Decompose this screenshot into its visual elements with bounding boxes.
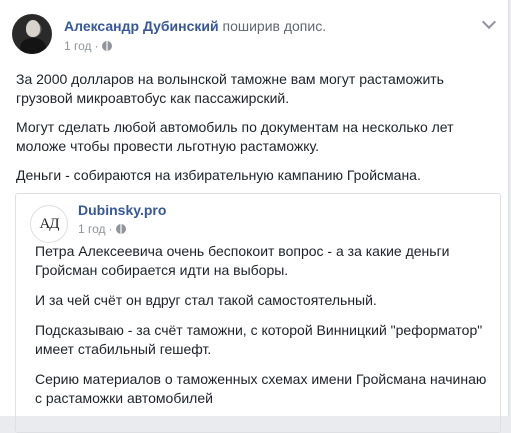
shared-paragraph: Подсказываю - за счёт таможни, с которой… (35, 322, 483, 357)
globe-icon[interactable] (101, 41, 112, 51)
globe-icon[interactable] (115, 224, 126, 234)
post-meta: 1 год · (64, 39, 112, 53)
shared-action-text: поширив допис. (218, 18, 327, 34)
author-name-link[interactable]: Александр Дубинский (64, 18, 219, 34)
post-timestamp[interactable]: 1 год (64, 39, 92, 53)
chevron-down-icon[interactable] (481, 14, 497, 30)
post-body: За 2000 долларов на волынской таможне ва… (16, 70, 496, 195)
shared-post-meta: 1 год · (78, 222, 126, 236)
page-name-link[interactable]: Dubinsky.pro (78, 202, 166, 218)
shared-paragraph: Серию материалов о таможенных схемах име… (35, 371, 487, 406)
post-paragraph: За 2000 долларов на волынской таможне ва… (16, 71, 444, 106)
post-paragraph: Деньги - собираются на избирательную кам… (16, 167, 421, 183)
page-avatar[interactable]: АД (30, 205, 68, 243)
meta-separator: · (94, 39, 99, 53)
author-avatar[interactable] (12, 14, 52, 54)
shared-paragraph: И за чей счёт он вдруг стал такой самост… (35, 292, 377, 308)
post-header: Александр Дубинский поширив допис. (64, 18, 326, 34)
shared-paragraph: Петра Алексеевича очень беспокоит вопрос… (35, 243, 450, 278)
feed-post: Александр Дубинский поширив допис. 1 год… (0, 0, 509, 433)
shared-post-card[interactable]: АД Dubinsky.pro 1 год · Петра Алексеевича… (15, 193, 501, 433)
meta-separator: · (108, 222, 113, 236)
shared-post-timestamp[interactable]: 1 год (78, 222, 106, 236)
post-paragraph: Могут сделать любой автомобиль по докуме… (16, 119, 454, 154)
shared-post-body: Петра Алексеевича очень беспокоит вопрос… (35, 242, 495, 419)
